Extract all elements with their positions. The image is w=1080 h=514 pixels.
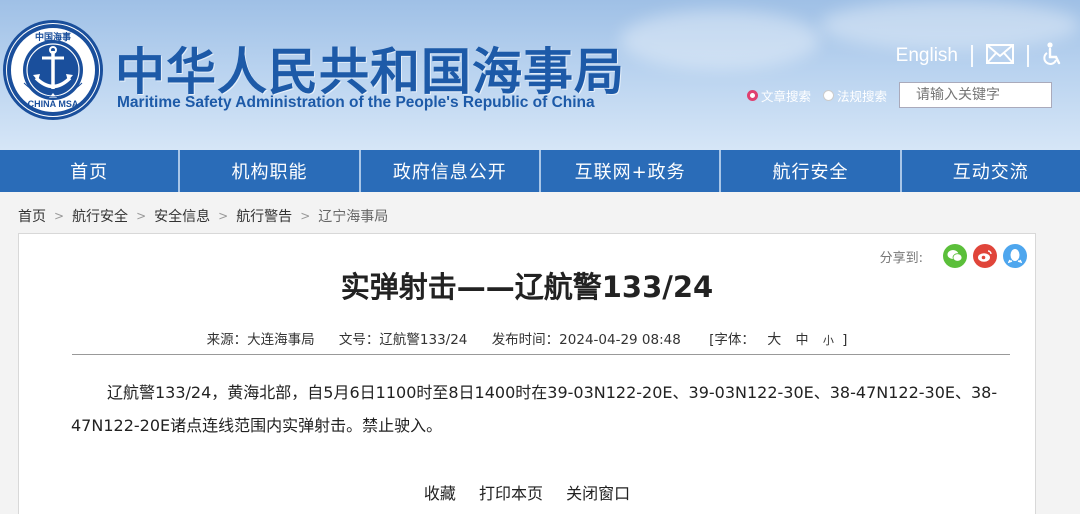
- radio-label: 法规搜索: [836, 88, 887, 104]
- close-window-button[interactable]: 关闭窗口: [566, 484, 630, 503]
- breadcrumb-item[interactable]: 首页: [18, 206, 46, 226]
- site-header: 中国海事 CHINA MSA 中华人民共和国海事局 Maritime Safet…: [0, 0, 1080, 150]
- breadcrumb-item-current[interactable]: 辽宁海事局: [318, 206, 388, 226]
- font-size-control: [字体： 大 中 小 ]: [709, 332, 847, 348]
- site-title-en: Maritime Safety Administration of the Pe…: [117, 94, 595, 111]
- nav-item-gov-info[interactable]: 政府信息公开: [361, 150, 541, 192]
- radio-dot[interactable]: [746, 89, 758, 101]
- font-close: ]: [842, 332, 848, 348]
- favorite-button[interactable]: 收藏: [424, 484, 456, 503]
- logo-text-top: 中国海事: [34, 33, 71, 43]
- meta-source: 来源：大连海事局: [206, 332, 315, 348]
- divider: [971, 45, 973, 67]
- search-input[interactable]: [899, 82, 1052, 108]
- divider: [72, 354, 1010, 355]
- nav-item-internet-gov[interactable]: 互联网+政务: [541, 150, 722, 192]
- font-large-button[interactable]: 大: [767, 332, 781, 348]
- breadcrumb: 首页 > 航行安全 > 安全信息 > 航行警告 > 辽宁海事局: [18, 206, 388, 226]
- article-panel: 分享到: 实弹射击——辽航警133/24 来源：大连海事局 文号：辽航警133/…: [18, 233, 1036, 514]
- meta-doc-no: 文号：辽航警133/24: [338, 332, 468, 348]
- breadcrumb-item[interactable]: 航行安全: [72, 206, 128, 226]
- radio-article-search[interactable]: 文章搜索: [746, 86, 811, 105]
- article-title: 实弹射击——辽航警133/24: [340, 270, 714, 304]
- share-label: 分享到:: [879, 250, 923, 266]
- chevron-right-icon: >: [136, 209, 147, 223]
- nav-item-home[interactable]: 首页: [0, 150, 181, 192]
- meta-published: 发布时间：2024-04-29 08:48: [491, 332, 681, 348]
- header-cloud: [620, 10, 820, 70]
- chevron-right-icon: >: [54, 209, 65, 223]
- chevron-right-icon: >: [300, 209, 311, 223]
- article-meta: 来源：大连海事局 文号：辽航警133/24 发布时间：2024-04-29 08…: [19, 328, 1035, 349]
- breadcrumb-item[interactable]: 航行警告: [236, 206, 292, 226]
- breadcrumb-item[interactable]: 安全信息: [154, 206, 210, 226]
- radio-label: 文章搜索: [760, 88, 811, 104]
- main-nav: 首页 机构职能 政府信息公开 互联网+政务 航行安全 互动交流: [0, 150, 1080, 192]
- nav-item-navigation-safety[interactable]: 航行安全: [721, 150, 902, 192]
- font-small-button[interactable]: 小: [823, 334, 834, 347]
- top-links: English: [896, 42, 1062, 70]
- print-button[interactable]: 打印本页: [479, 484, 543, 503]
- font-label: [字体：: [709, 332, 755, 348]
- article-body: 辽航警133/24，黄海北部，自5月6日1100时至8日1400时在39-03N…: [71, 383, 998, 435]
- english-link[interactable]: English: [896, 45, 958, 67]
- nav-item-interaction[interactable]: 互动交流: [902, 150, 1080, 192]
- article-actions: 收藏 打印本页 关闭窗口: [19, 480, 1035, 504]
- chevron-right-icon: >: [218, 209, 229, 223]
- radio-law-search[interactable]: 法规搜索: [822, 86, 887, 105]
- divider: [1027, 45, 1029, 67]
- search-area: 文章搜索 法规搜索: [746, 82, 1052, 108]
- nav-item-functions[interactable]: 机构职能: [180, 150, 361, 192]
- mail-icon[interactable]: [986, 44, 1014, 68]
- font-medium-button[interactable]: 中: [796, 333, 809, 348]
- radio-dot[interactable]: [822, 89, 834, 101]
- accessibility-icon[interactable]: [1042, 42, 1062, 70]
- msa-logo[interactable]: 中国海事 CHINA MSA: [3, 20, 103, 120]
- logo-text-bottom: CHINA MSA: [27, 99, 79, 109]
